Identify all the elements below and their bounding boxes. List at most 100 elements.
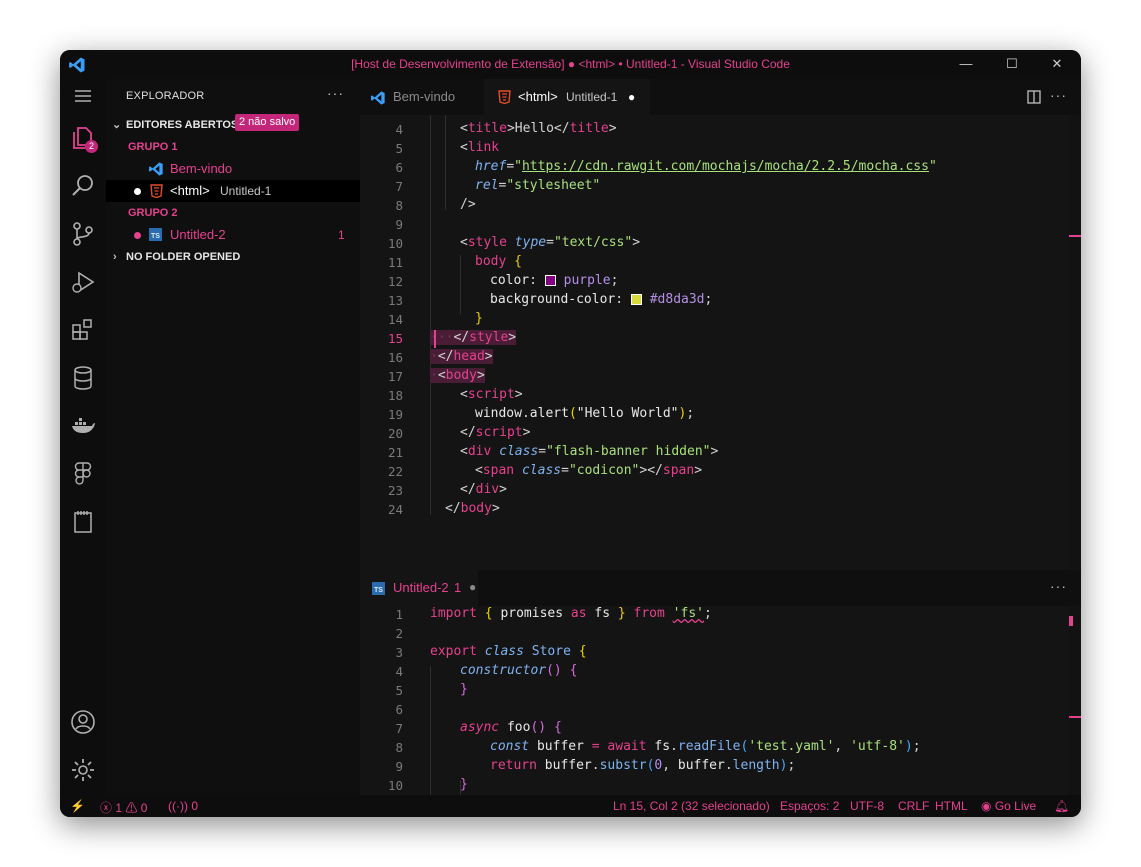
code-line: <div class="flash-banner hidden">: [460, 444, 719, 459]
no-folder-section[interactable]: › NO FOLDER OPENED: [106, 246, 360, 268]
go-live-label: Go Live: [994, 799, 1037, 813]
code-line: window.alert("Hello World");: [475, 406, 695, 421]
code-line: export class Store {: [430, 644, 587, 659]
vscode-window: [Host de Desenvolvimento de Extensão] ● …: [60, 50, 1081, 817]
scrollbar-vertical[interactable]: [1069, 606, 1081, 795]
editor-1[interactable]: <meta charset="utf-8" /> 4 5 6 7 8 9 10 …: [360, 115, 1081, 570]
code-line: <title>Hello</title>: [460, 121, 617, 136]
unsaved-badge: 2 não salvo: [235, 114, 300, 131]
code-line: rel="stylesheet": [475, 178, 601, 193]
group-1-label: GRUPO 1: [128, 141, 178, 153]
broadcast-icon: ((·)): [168, 799, 188, 813]
code-line: }: [475, 311, 483, 326]
editor-2-more-button[interactable]: ···: [1050, 578, 1067, 594]
editor-area: Bem-vindo <html> Untitled-1 ● ··· <meta …: [360, 79, 1081, 795]
code-line-selected: ·<body>: [430, 368, 485, 383]
tab-label: Untitled-2: [393, 580, 449, 595]
group-2-header[interactable]: GRUPO 2: [106, 202, 360, 224]
code-line: constructor() {: [460, 663, 578, 678]
docker-icon[interactable]: [70, 413, 96, 439]
code-line: import { promises as fs } from 'fs';: [430, 606, 712, 621]
cursor-position[interactable]: Ln 15, Col 2 (32 selecionado): [613, 799, 770, 813]
scrollbar-vertical[interactable]: [1069, 115, 1081, 570]
color-swatch-purple[interactable]: [544, 275, 556, 286]
code-line-partial: <meta charset="utf-8" />: [460, 115, 648, 118]
go-live-button[interactable]: ◉ Go Live: [981, 799, 1036, 813]
code-line: <span class="codicon"></span>: [475, 463, 703, 478]
open-editor-label: Untitled-2: [170, 227, 226, 242]
title-bar: [Host de Desenvolvimento de Extensão] ● …: [60, 50, 1081, 79]
error-icon: ⓧ: [100, 801, 113, 815]
tab-bem-vindo[interactable]: Bem-vindo: [360, 79, 484, 115]
explorer-button[interactable]: 2: [70, 125, 98, 153]
open-editor-bem-vindo[interactable]: Bem-vindo: [106, 158, 360, 180]
code-line: body {: [475, 254, 522, 269]
open-editor-label: Bem-vindo: [170, 161, 233, 176]
open-editor-untitled-2[interactable]: TS Untitled-2 1: [106, 224, 360, 246]
editor-tabs: Bem-vindo <html> Untitled-1 ● ···: [360, 79, 1081, 115]
eol-status[interactable]: CRLF: [898, 799, 929, 813]
code-line: }: [460, 777, 468, 792]
broadcast-icon: ◉: [981, 799, 992, 813]
editor-2[interactable]: 1 2 3 4 5 6 7 8 9 10 11 12 import { prom…: [360, 606, 1081, 795]
code-line: </body>: [445, 501, 500, 516]
chevron-right-icon: ›: [113, 251, 117, 263]
code-line: href="https://cdn.rawgit.com/mochajs/moc…: [475, 159, 937, 174]
clipboard-icon[interactable]: [70, 509, 96, 535]
unsaved-dot-icon: [134, 232, 141, 239]
tab-dirty-indicator[interactable]: ●: [628, 79, 635, 115]
extensions-icon[interactable]: [70, 317, 96, 343]
close-button[interactable]: ✕: [1035, 53, 1079, 75]
database-icon[interactable]: [70, 365, 96, 391]
code-line: return buffer.substr(0, buffer.length);: [490, 758, 796, 773]
code-line-selected: ···</style>: [430, 330, 517, 345]
code-line: async foo() {: [460, 720, 562, 735]
group-1-header[interactable]: GRUPO 1: [106, 136, 360, 158]
open-editors-section[interactable]: ⌄ EDITORES ABERTOS 2 não salvo: [106, 114, 360, 136]
run-debug-icon[interactable]: [70, 269, 96, 295]
color-swatch-d8da3d[interactable]: [630, 294, 642, 305]
code-line: <style type="text/css">: [460, 235, 641, 250]
html5-file-icon: [498, 90, 511, 104]
explorer-badge: 2: [85, 140, 98, 153]
open-editors-label: EDITORES ABERTOS: [126, 119, 239, 131]
explorer-sidebar: EXPLORADOR ··· ⌄ EDITORES ABERTOS 2 não …: [106, 79, 360, 795]
code-line-selected: ·</head>: [430, 349, 493, 364]
problems-status[interactable]: ⓧ 1 ⚠ 0: [100, 799, 147, 816]
encoding-status[interactable]: UTF-8: [850, 799, 884, 813]
tab-detail: Untitled-1: [566, 90, 618, 104]
problem-count: 1: [338, 228, 345, 242]
ports-status[interactable]: ((·)) 0: [168, 799, 198, 813]
maximize-button[interactable]: ☐: [990, 53, 1034, 75]
menu-icon[interactable]: [74, 87, 92, 105]
ports-count: 0: [191, 799, 199, 813]
code-line: </script>: [460, 425, 531, 440]
open-editor-html[interactable]: <html> Untitled-1: [106, 180, 360, 202]
split-editor-icon[interactable]: [1027, 90, 1041, 104]
indentation-status[interactable]: Espaços: 2: [780, 799, 839, 813]
remote-indicator[interactable]: ⚡: [70, 799, 85, 813]
typescript-file-icon: TS: [149, 228, 162, 241]
editor-more-button[interactable]: ···: [1050, 87, 1067, 103]
tab-dirty-indicator[interactable]: ●: [469, 580, 476, 594]
error-count: 1: [115, 801, 123, 815]
tab-untitled-2[interactable]: TS Untitled-2 1 ●: [360, 570, 478, 606]
code-line: <link: [460, 140, 500, 155]
search-icon[interactable]: [70, 173, 96, 199]
figma-icon[interactable]: [70, 461, 96, 487]
tab-html-untitled-1[interactable]: <html> Untitled-1 ●: [484, 79, 650, 115]
settings-gear-icon[interactable]: [70, 757, 96, 783]
tab-label: Bem-vindo: [393, 89, 456, 104]
source-control-icon[interactable]: [70, 221, 96, 247]
tab-problem-count: 1: [454, 580, 462, 595]
account-icon[interactable]: [70, 709, 96, 735]
html5-file-icon: [150, 184, 163, 198]
code-line: const buffer = await fs.readFile('test.y…: [490, 739, 921, 754]
open-editor-label: <html>: [170, 183, 210, 198]
language-mode[interactable]: HTML: [935, 799, 968, 813]
notifications-bell-icon[interactable]: 🔔︎: [1054, 799, 1069, 813]
vscode-file-icon: [149, 162, 163, 176]
code-line: </div>: [460, 482, 507, 497]
explorer-more-button[interactable]: ···: [327, 85, 344, 101]
minimize-button[interactable]: —: [944, 53, 988, 75]
